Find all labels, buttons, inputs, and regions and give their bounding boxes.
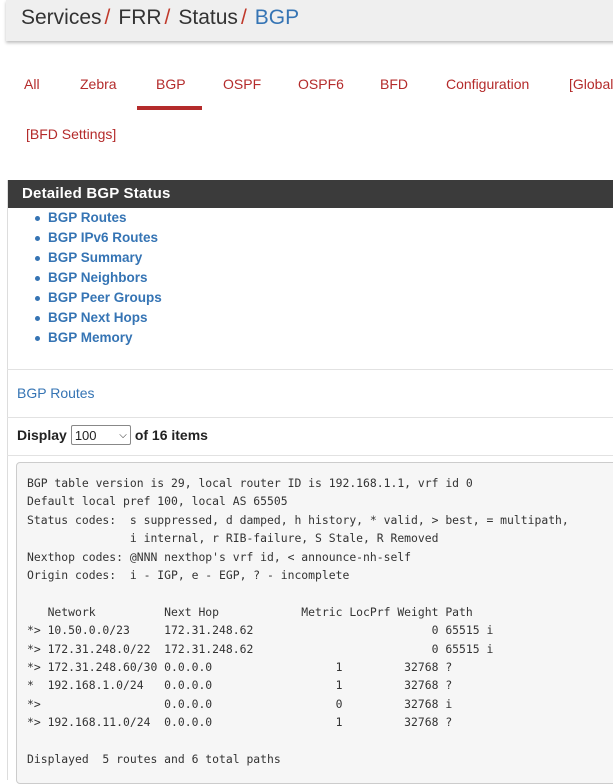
link-bgp-peer-groups[interactable]: BGP Peer Groups [48,290,162,305]
list-item: BGP Routes [35,208,613,228]
display-label: Display [17,427,67,443]
breadcrumb-bar: Services / FRR / Status / BGP [6,0,613,41]
tab-configuration[interactable]: Configuration [446,76,529,92]
list-item: BGP Next Hops [35,308,613,328]
output-line: *> 172.31.248.0/22 172.31.248.62 0 65515… [27,641,494,656]
breadcrumb: Services / FRR / Status / BGP [6,6,299,30]
output-line: Displayed 5 routes and 6 total paths [27,752,281,767]
tab-ospf6[interactable]: OSPF6 [298,76,344,92]
list-item: BGP IPv6 Routes [35,228,613,248]
breadcrumb-services[interactable]: Services [21,6,102,29]
bgp-status-link-list: BGP Routes BGP IPv6 Routes BGP Summary B… [8,208,613,348]
bgp-routes-output: BGP table version is 29, local router ID… [16,462,613,784]
display-count-row: Display 100 ⌵ of 16 items [17,425,208,445]
items-per-page-select[interactable]: 100 ⌵ [70,425,131,445]
output-line: * 192.168.1.0/24 0.0.0.0 1 32768 ? [27,678,453,693]
items-per-page-value: 100 [74,427,97,443]
section-title-bgp-routes: BGP Routes [17,385,95,401]
output-line: Nexthop codes: @NNN nexthop's vrf id, < … [27,549,412,564]
list-item: BGP Summary [35,248,613,268]
breadcrumb-status[interactable]: Status [178,6,238,29]
tab-zebra[interactable]: Zebra [80,76,117,92]
output-line: i internal, r RIB-failure, S Stale, R Re… [27,531,439,546]
output-line: Origin codes: i - IGP, e - EGP, ? - inco… [27,568,350,583]
link-bgp-summary[interactable]: BGP Summary [48,250,142,265]
panel-title: Detailed BGP Status [8,180,613,208]
divider [7,455,613,456]
list-item: BGP Peer Groups [35,288,613,308]
link-bgp-ipv6-routes[interactable]: BGP IPv6 Routes [48,230,158,245]
tab-bgp-active-indicator [137,106,202,110]
output-line: BGP table version is 29, local router ID… [27,476,473,490]
link-bgp-routes[interactable]: BGP Routes [48,210,127,225]
link-bgp-neighbors[interactable]: BGP Neighbors [48,270,148,285]
tab-global-settings[interactable]: [Global [569,76,613,92]
list-item: BGP Memory [35,328,613,348]
output-line: Default local pref 100, local AS 65505 [27,494,288,509]
tab-ospf[interactable]: OSPF [223,76,261,92]
output-line: *> 192.168.11.0/24 0.0.0.0 1 32768 ? [27,715,453,730]
tab-all[interactable]: All [24,76,40,92]
output-line: Status codes: s suppressed, d damped, h … [27,512,569,527]
divider [7,417,613,418]
output-line: Network Next Hop Metric LocPrf Weight Pa… [27,604,473,619]
breadcrumb-current: BGP [254,5,300,29]
output-line: *> 172.31.248.60/30 0.0.0.0 1 32768 ? [27,660,453,675]
bgp-routes-output-text: BGP table version is 29, local router ID… [17,463,613,780]
divider [7,369,613,370]
breadcrumb-separator: / [104,5,111,29]
link-bgp-next-hops[interactable]: BGP Next Hops [48,310,148,325]
output-line: *> 0.0.0.0 0 32768 i [27,696,453,711]
breadcrumb-separator: / [240,5,247,29]
chevron-down-icon: ⌵ [119,429,127,441]
link-bgp-memory[interactable]: BGP Memory [48,330,133,345]
breadcrumb-frr[interactable]: FRR [118,6,161,29]
list-item: BGP Neighbors [35,268,613,288]
display-suffix: of 16 items [134,427,208,443]
tab-bfd[interactable]: BFD [380,76,408,92]
breadcrumb-separator: / [164,5,171,29]
tab-bfd-settings[interactable]: [BFD Settings] [26,126,116,142]
tab-bgp[interactable]: BGP [156,76,186,92]
output-line: *> 10.50.0.0/23 172.31.248.62 0 65515 i [27,623,494,638]
